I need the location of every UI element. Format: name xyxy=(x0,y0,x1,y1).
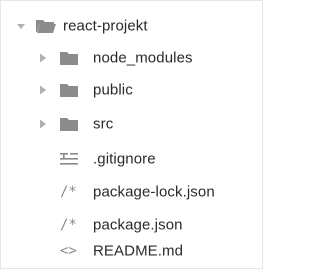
tree-item-node-modules[interactable]: node_modules xyxy=(1,41,262,75)
tree-item-readme-md[interactable]: <> README.md xyxy=(1,234,262,268)
folder-label: src xyxy=(93,115,114,133)
folder-icon xyxy=(60,84,78,97)
json-icon: /* xyxy=(60,184,77,200)
folder-icon xyxy=(60,52,78,65)
file-label: .gitignore xyxy=(93,150,156,168)
json-icon: /* xyxy=(60,217,77,233)
chevron-right-icon[interactable] xyxy=(37,52,49,64)
tree-item-gitignore[interactable]: .gitignore xyxy=(1,142,262,176)
file-label: package.json xyxy=(93,216,183,234)
tree-item-src[interactable]: src xyxy=(1,107,262,141)
chevron-right-icon[interactable] xyxy=(37,84,49,96)
chevron-down-icon[interactable] xyxy=(15,20,27,32)
file-label: README.md xyxy=(93,242,184,260)
markdown-icon: <> xyxy=(60,243,77,259)
root-folder-label: react-projekt xyxy=(63,17,148,35)
folder-label: public xyxy=(93,81,133,99)
chevron-right-icon[interactable] xyxy=(37,118,49,130)
folder-label: node_modules xyxy=(93,49,193,67)
file-explorer-frame: react-projekt node_modules public src .g… xyxy=(0,0,263,269)
file-tree: react-projekt node_modules public src .g… xyxy=(1,1,262,268)
tree-item-public[interactable]: public xyxy=(1,73,262,107)
folder-icon xyxy=(60,118,78,131)
tree-item-package-lock-json[interactable]: /* package-lock.json xyxy=(1,175,262,209)
file-label: package-lock.json xyxy=(93,183,215,201)
tree-item-root[interactable]: react-projekt xyxy=(1,9,262,43)
folder-open-icon xyxy=(36,20,56,33)
lines-icon xyxy=(60,153,78,165)
